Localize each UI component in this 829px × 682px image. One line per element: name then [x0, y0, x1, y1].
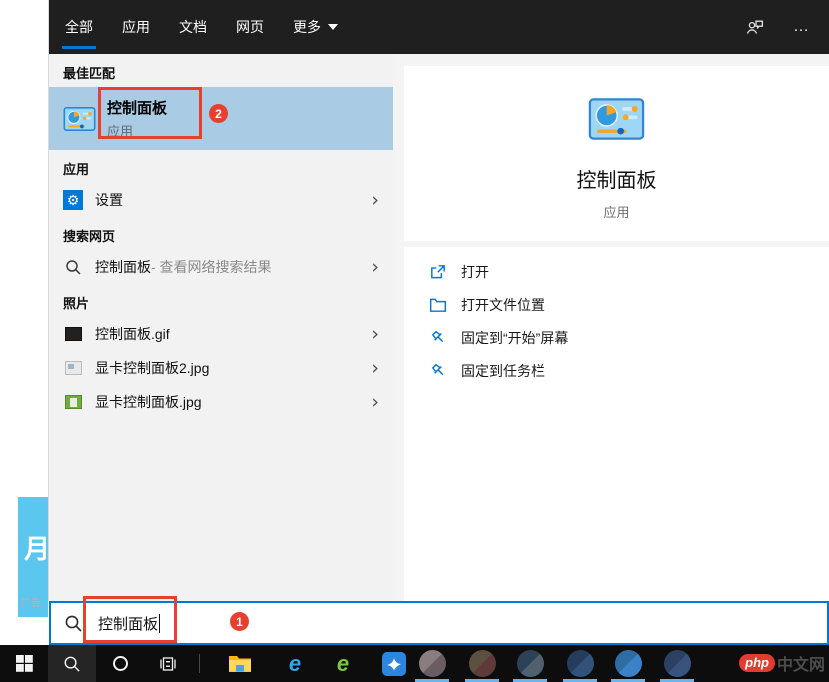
app-circle-icon	[615, 650, 642, 677]
app-circle-icon	[517, 650, 544, 677]
tab-web[interactable]: 网页	[236, 0, 264, 54]
open-icon	[429, 263, 447, 281]
chevron-down-icon	[328, 24, 338, 30]
action-pin-to-taskbar[interactable]: 固定到任务栏	[404, 354, 829, 387]
pinned-app-5[interactable]	[604, 645, 652, 682]
detail-app-name: 控制面板	[577, 164, 657, 193]
photo-thumbnail-dark	[63, 327, 83, 341]
chevron-right-icon[interactable]: ›	[371, 327, 379, 341]
result-photo-3[interactable]: 显卡控制面板.jpg ›	[49, 385, 393, 419]
annotation-box-search-input	[83, 596, 177, 643]
chevron-right-icon[interactable]: ›	[371, 361, 379, 375]
result-web-search[interactable]: 控制面板 - 查看网络搜索结果 ›	[49, 250, 393, 284]
chevron-right-icon[interactable]: ›	[371, 260, 379, 274]
windows-logo-icon	[16, 655, 33, 672]
settings-gear-icon: ⚙	[63, 190, 83, 210]
header-icons: …	[745, 17, 811, 37]
action-open[interactable]: 打开	[404, 255, 829, 288]
action-pin-to-start[interactable]: 固定到“开始”屏幕	[404, 321, 829, 354]
tab-apps[interactable]: 应用	[122, 0, 150, 54]
result-detail-pane: 控制面板 应用 打开	[393, 54, 829, 601]
app-circle-icon	[567, 650, 594, 677]
browser-360-button[interactable]: e	[319, 645, 367, 682]
thunder-bird-icon	[382, 652, 406, 676]
tab-more[interactable]: 更多	[293, 0, 338, 54]
app-circle-icon	[419, 650, 446, 677]
result-photo-2[interactable]: 显卡控制面板2.jpg ›	[49, 351, 393, 385]
file-explorer-icon	[228, 654, 252, 674]
watermark-text: 中文网	[777, 651, 825, 675]
windows-search-screen: 月 广告 全部 应用 文档 网页 更多	[0, 0, 829, 682]
detail-actions-card: 打开 打开文件位置	[404, 247, 829, 601]
task-view-button[interactable]	[144, 645, 192, 682]
control-panel-icon	[63, 107, 96, 131]
search-icon	[63, 655, 81, 673]
ad-label: 广告	[21, 594, 41, 609]
360-browser-icon: e	[337, 653, 349, 675]
cortana-circle-icon	[113, 656, 128, 671]
ie-browser-button[interactable]: e	[271, 645, 319, 682]
ad-text: 月	[24, 529, 48, 566]
pinned-app-1[interactable]	[408, 645, 456, 682]
result-settings[interactable]: ⚙ 设置 ›	[49, 183, 393, 217]
action-open-file-location[interactable]: 打开文件位置	[404, 288, 829, 321]
section-header-photos: 照片	[49, 284, 393, 317]
file-explorer-button[interactable]	[216, 645, 264, 682]
search-icon	[63, 259, 83, 276]
php-cn-watermark: php 中文网	[739, 651, 825, 675]
chevron-right-icon[interactable]: ›	[371, 395, 379, 409]
start-button[interactable]	[0, 645, 48, 682]
php-logo: php	[739, 654, 775, 672]
annotation-badge-2: 2	[209, 104, 228, 123]
section-header-best-match: 最佳匹配	[49, 54, 393, 87]
taskbar-separator	[199, 654, 200, 673]
taskbar-search-button[interactable]	[48, 645, 96, 682]
filter-tabs: 全部 应用 文档 网页 更多	[65, 0, 338, 54]
detail-app-type: 应用	[603, 202, 629, 221]
search-icon	[64, 614, 83, 633]
control-panel-icon-large	[588, 98, 645, 140]
annotation-badge-1: 1	[230, 612, 249, 631]
task-view-icon	[159, 655, 177, 673]
folder-icon	[429, 296, 447, 314]
result-photo-1[interactable]: 控制面板.gif ›	[49, 317, 393, 351]
app-circle-icon	[469, 650, 496, 677]
chevron-right-icon[interactable]: ›	[371, 193, 379, 207]
pinned-app-3[interactable]	[506, 645, 554, 682]
ie-browser-icon: e	[289, 653, 301, 675]
app-circle-icon	[664, 650, 691, 677]
taskbar: e e	[0, 645, 829, 682]
tab-all[interactable]: 全部	[65, 0, 93, 54]
search-filter-header: 全部 应用 文档 网页 更多 …	[49, 0, 829, 54]
photo-thumbnail-light	[63, 361, 83, 375]
more-options-icon[interactable]: …	[793, 22, 811, 32]
annotation-box-best-match	[98, 87, 202, 139]
pin-icon	[429, 362, 447, 380]
cortana-button[interactable]	[96, 645, 144, 682]
detail-app-card: 控制面板 应用	[404, 66, 829, 241]
section-header-apps: 应用	[49, 150, 393, 183]
photo-thumbnail-green	[63, 395, 83, 409]
pin-icon	[429, 329, 447, 347]
tab-documents[interactable]: 文档	[179, 0, 207, 54]
pinned-app-2[interactable]	[458, 645, 506, 682]
pinned-app-4[interactable]	[556, 645, 604, 682]
desktop-ad-banner: 月 广告	[18, 497, 48, 617]
pinned-app-6[interactable]	[653, 645, 701, 682]
section-header-search-web: 搜索网页	[49, 217, 393, 250]
feedback-user-icon[interactable]	[745, 17, 765, 37]
